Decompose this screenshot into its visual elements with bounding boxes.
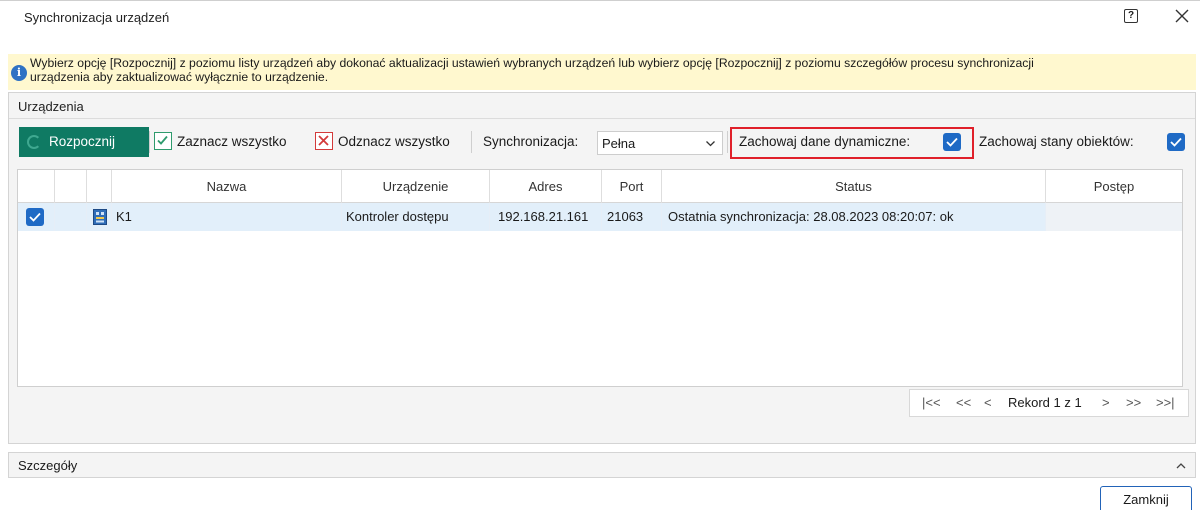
column-header-name[interactable]: Nazwa [112,170,342,203]
panel-divider [9,118,1195,119]
close-dialog-button[interactable]: Zamknij [1100,486,1192,510]
close-window-button[interactable] [1170,4,1194,28]
details-panel-title: Szczegóły [18,458,78,473]
sync-mode-value: Pełna [602,136,636,151]
devices-grid: Nazwa Urządzenie Adres Port Status Postę… [17,169,1183,387]
help-icon[interactable]: ? [1124,9,1138,23]
controller-icon [93,209,107,225]
check-icon [1170,137,1182,147]
grid-header: Nazwa Urządzenie Adres Port Status Postę… [18,170,1182,203]
toolbar-separator [471,131,472,153]
close-icon [1175,9,1189,23]
row-name: K1 [112,203,342,231]
record-pager: |<< << < Rekord 1 z 1 > >> >>| [909,389,1189,417]
row-status: Ostatnia synchronizacja: 28.08.2023 08:2… [662,203,1046,231]
deselect-all-button[interactable]: Odznacz wszystko [338,134,450,149]
next-page-button[interactable]: >> [1126,395,1141,410]
sync-mode-select[interactable]: Pełna [597,131,723,155]
info-message-line-2: urządzenia aby zaktualizować wyłącznie t… [30,70,329,84]
sync-mode-label: Synchronizacja: [483,134,579,149]
table-row[interactable]: K1 Kontroler dostępu 192.168.21.161 2106… [18,203,1182,231]
chevron-down-icon [705,137,716,152]
prev-page-button[interactable]: << [956,395,971,410]
column-header-status[interactable]: Status [662,170,1046,203]
last-record-button[interactable]: >>| [1156,395,1175,410]
column-header-device[interactable]: Urządzenie [342,170,490,203]
start-button[interactable]: Rozpocznij [19,127,149,157]
info-message-line-1: Wybierz opcję [Rozpocznij] z poziomu lis… [30,56,1034,70]
row-select-cell[interactable] [18,203,55,231]
keep-object-states-label: Zachowaj stany obiektów: [979,134,1134,149]
row-blank-cell [55,203,87,231]
devices-panel: Urządzenia Rozpocznij Zaznacz wszystko O… [8,92,1196,444]
devices-panel-title: Urządzenia [18,99,84,114]
info-banner: i Wybierz opcję [Rozpocznij] z poziomu l… [8,54,1196,90]
select-all-icon[interactable] [154,132,172,150]
deselect-all-icon[interactable] [315,132,333,150]
devices-toolbar: Rozpocznij Zaznacz wszystko Odznacz wszy… [9,123,1195,159]
column-header-select[interactable] [18,170,55,203]
check-icon [29,212,41,222]
info-message: Wybierz opcję [Rozpocznij] z poziomu lis… [30,56,1190,84]
start-button-label: Rozpocznij [49,134,116,149]
row-address: 192.168.21.161 [490,203,602,231]
info-icon: i [11,65,27,81]
column-header-progress[interactable]: Postęp [1046,170,1182,203]
check-icon [946,137,958,147]
row-device: Kontroler dostępu [342,203,490,231]
next-record-button[interactable]: > [1102,395,1110,410]
row-port: 21063 [602,203,662,231]
column-header-address[interactable]: Adres [490,170,602,203]
row-progress [1046,203,1182,231]
prev-record-button[interactable]: < [984,395,992,410]
sync-spinner-icon [27,135,41,149]
window-titlebar: Synchronizacja urządzeń ? [0,0,1200,32]
keep-object-states-checkbox[interactable] [1167,133,1185,151]
select-all-button[interactable]: Zaznacz wszystko [177,134,287,149]
details-panel-header[interactable]: Szczegóły [8,452,1196,478]
column-header-port[interactable]: Port [602,170,662,203]
chevron-up-icon[interactable] [1175,456,1187,475]
keep-dynamic-data-checkbox[interactable] [943,133,961,151]
toolbar-separator [149,131,150,153]
first-record-button[interactable]: |<< [922,395,941,410]
toolbar-separator [727,131,728,153]
keep-dynamic-data-label: Zachowaj dane dynamiczne: [739,134,911,149]
window-title: Synchronizacja urządzeń [24,10,170,25]
row-checkbox[interactable] [26,208,44,226]
column-header-blank[interactable] [55,170,87,203]
column-header-icon[interactable] [87,170,112,203]
row-icon-cell [87,203,112,231]
record-indicator: Rekord 1 z 1 [1008,395,1082,410]
